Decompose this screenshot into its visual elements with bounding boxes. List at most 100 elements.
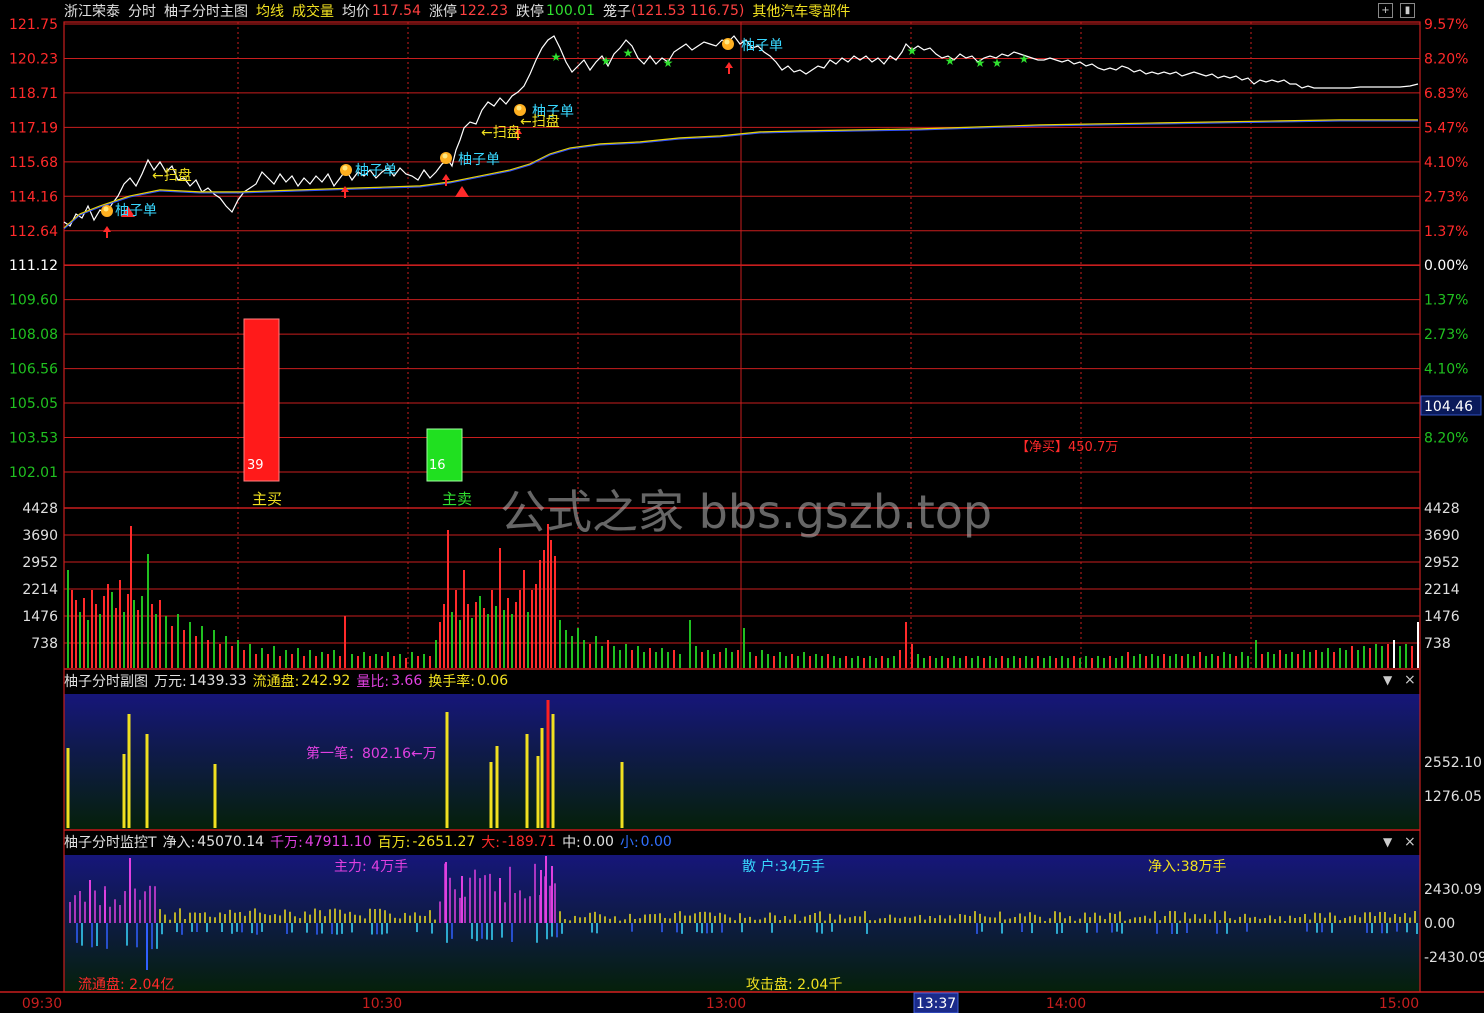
pct-tick-label: 6.83% (1424, 86, 1468, 102)
panel3-axis-label: 0.00 (1424, 916, 1455, 932)
pct-tick-label: 8.20% (1424, 51, 1468, 67)
yuzi-order-dot-highlight (516, 105, 522, 111)
cage-label: 笼子 (603, 4, 631, 20)
yuzi-order-dot-highlight (103, 206, 109, 212)
panel2-title[interactable]: 柚子分时副图 (64, 671, 148, 691)
layout-icon[interactable]: ▮ (1400, 3, 1415, 18)
wanyuan-value: 1439.33 (188, 673, 247, 689)
panel3-dropdown-icon[interactable]: ▼ (1383, 835, 1392, 849)
net-inflow-label: 净入:38万手 (1148, 859, 1227, 875)
sell-bar-label: 主卖 (442, 490, 473, 508)
pct-tick-label: 8.20% (1424, 431, 1468, 447)
float-cap-label: 流通盘: 2.04亿 (78, 977, 175, 993)
price-tick-label: 102.01 (9, 465, 58, 481)
panel3-close-icon[interactable]: × (1404, 834, 1416, 850)
price-tick-label: 103.53 (9, 431, 58, 447)
yuzi-order-label: 柚子单 (115, 203, 157, 219)
wanyuan-label: 万元: (154, 674, 187, 690)
pct-tick-label: 2.73% (1424, 327, 1468, 343)
yuzi-order-label: 柚子单 (355, 163, 397, 179)
time-tick-label: 10:30 (362, 996, 402, 1012)
limit-up-value: 122.23 (459, 3, 508, 19)
volume-tick-label: 1476 (22, 609, 58, 625)
buy-bar-label: 主买 (252, 490, 283, 508)
panel2-close-icon[interactable]: × (1404, 672, 1416, 688)
panel2-axis-label: 2552.10 (1424, 755, 1482, 771)
main-sell-bar (426, 428, 463, 482)
sweep-label: ←扫盘 (481, 125, 521, 141)
yuzi-order-label: 柚子单 (458, 152, 500, 168)
price-tick-label: 120.23 (9, 51, 58, 67)
pct-tick-label: 2.73% (1424, 189, 1468, 205)
xiao-label: 小: (619, 835, 639, 851)
add-icon[interactable]: + (1378, 3, 1393, 18)
time-tick-label: 09:30 (22, 996, 62, 1012)
pct-tick-label: 1.37% (1424, 224, 1468, 240)
star-icon: ★ (551, 50, 562, 64)
turnover-label: 换手率: (428, 674, 475, 690)
star-icon: ★ (992, 56, 1003, 70)
pct-tick-label: 4.10% (1424, 155, 1468, 171)
yuzi-order-label: 柚子单 (741, 38, 783, 54)
ratio-label: 量比: (356, 674, 390, 690)
net-in-value: 45070.14 (197, 834, 265, 850)
star-icon: ★ (975, 56, 986, 70)
attack-label: 攻击盘: 2.04千 (746, 977, 843, 993)
yuzi-order-dot-highlight (442, 153, 448, 159)
period-mode[interactable]: 分时 (128, 1, 156, 21)
zhong-label: 中: (562, 835, 581, 851)
volume-tick-label: 3690 (22, 528, 58, 544)
limit-down-label: 跌停 (516, 4, 544, 20)
main-buy-bar (243, 318, 280, 482)
price-tick-label: 106.56 (9, 362, 58, 378)
volume-tick-label: 4428 (1424, 501, 1460, 517)
cursor-time-label: 13:37 (916, 996, 956, 1012)
turnover-value: 0.06 (476, 673, 509, 689)
price-tick-label: 109.60 (9, 293, 58, 309)
volume-tick-label: 4428 (22, 501, 58, 517)
yuzi-order-dot-highlight (724, 39, 730, 45)
stock-name: 浙江荣泰 (64, 4, 120, 20)
volume-label: 成交量 (292, 4, 334, 20)
panel2-header: 柚子分时副图 万元: 1439.33 流通盘: 242.92 量比: 3.66 … (64, 671, 508, 691)
time-tick-label: 15:00 (1379, 996, 1419, 1012)
panel2-dropdown-icon[interactable]: ▼ (1383, 673, 1392, 687)
qianwan-label: 千万: (270, 835, 303, 851)
panel3-axis-label: 2430.09 (1424, 882, 1482, 898)
da-label: 大: (481, 835, 501, 851)
sweep-label: ←扫盘 (152, 168, 192, 184)
star-icon: ★ (945, 54, 956, 68)
zhong-value: 0.00 (582, 834, 614, 850)
net-buy-label: 【净买】450.7万 (1016, 440, 1119, 455)
xiao-value: 0.00 (640, 834, 672, 850)
panel3-axis-label: -2430.09 (1424, 950, 1484, 966)
price-tick-label: 118.71 (9, 86, 58, 102)
price-tick-label: 108.08 (9, 327, 58, 343)
limit-up-label: 涨停 (429, 4, 457, 20)
ratio-value: 3.66 (391, 673, 423, 689)
main-force-label: 主力: 4万手 (334, 859, 409, 875)
panel3-title[interactable]: 柚子分时监控T (64, 832, 157, 852)
pct-tick-label: 4.10% (1424, 362, 1468, 378)
da-value: -189.71 (502, 834, 557, 850)
pct-tick-label: 1.37% (1424, 293, 1468, 309)
buy-bar-value: 39 (247, 458, 264, 473)
pct-tick-label: 5.47% (1424, 120, 1468, 136)
avg-price-value: 117.54 (372, 3, 421, 19)
baiwan-value: -2651.27 (412, 834, 476, 850)
price-tag-label: 104.46 (1424, 399, 1473, 415)
price-tick-label: 105.05 (9, 396, 58, 412)
buy-arrow-icon (103, 226, 111, 238)
indicator-name[interactable]: 柚子分时主图 (164, 1, 248, 21)
volume-tick-label: 2214 (1424, 582, 1460, 598)
cage-value: (121.53 116.75) (631, 3, 745, 19)
sector-name[interactable]: 其他汽车零部件 (752, 1, 850, 21)
panel3-header: 柚子分时监控T 净入: 45070.14 千万: 47911.10 百万: -2… (64, 832, 672, 852)
price-tick-label: 112.64 (9, 224, 58, 240)
volume-tick-label: 2214 (22, 582, 58, 598)
qianwan-value: 47911.10 (304, 834, 372, 850)
panel2-background (64, 694, 1420, 829)
avg-line-label: 均线 (256, 4, 284, 20)
sell-bar-value: 16 (429, 458, 446, 473)
retail-label: 散 户:34万手 (742, 859, 825, 875)
